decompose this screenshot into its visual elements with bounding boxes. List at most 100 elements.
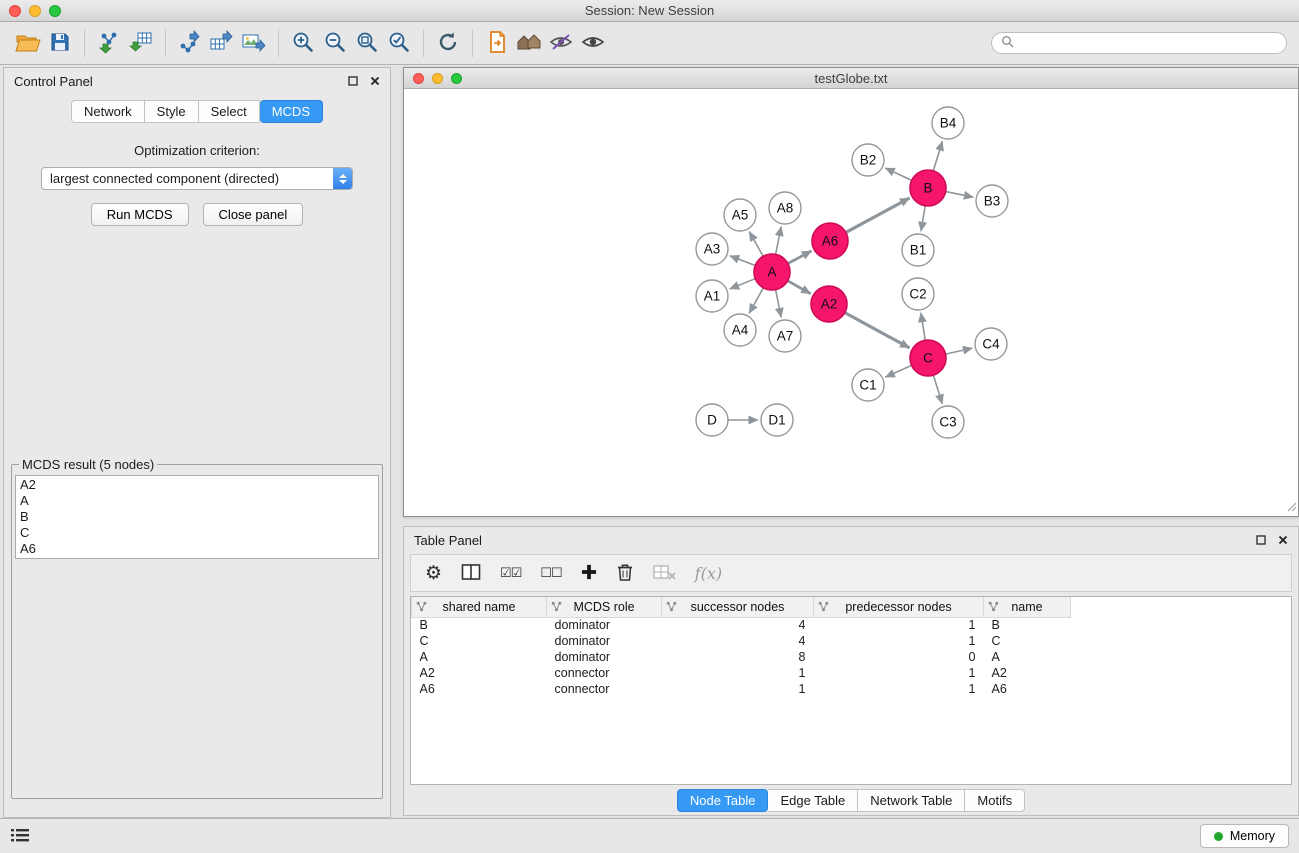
resize-grip-icon[interactable] — [1285, 500, 1297, 515]
network-edge-A-A8[interactable] — [776, 227, 782, 255]
network-edge-A2-C[interactable] — [845, 313, 910, 348]
table-cell[interactable]: 1 — [814, 617, 984, 633]
mcds-result-item[interactable]: C — [20, 525, 374, 541]
column-header-successor-nodes[interactable]: successor nodes — [662, 597, 814, 617]
network-edge-C-C3[interactable] — [933, 375, 942, 404]
table-cell[interactable]: 4 — [662, 633, 814, 649]
table-cell[interactable]: dominator — [547, 633, 662, 649]
network-canvas[interactable]: B4B2BB3A5A8A6B1A3AC2A1A2A4A7C4CC1C3DD1 — [404, 89, 1298, 516]
network-edge-A-A3[interactable] — [730, 256, 755, 266]
show-panels-menu-button[interactable] — [10, 827, 30, 846]
network-edge-C-C4[interactable] — [946, 348, 973, 354]
float-table-panel-button[interactable] — [1256, 535, 1266, 545]
table-row[interactable]: Cdominator41C — [412, 633, 1292, 649]
table-cell[interactable]: 1 — [814, 665, 984, 681]
network-node-A2[interactable]: A2 — [811, 286, 847, 322]
minimize-network-button[interactable] — [432, 73, 443, 84]
table-cell[interactable]: A2 — [412, 665, 547, 681]
column-header-MCDS-role[interactable]: MCDS role — [547, 597, 662, 617]
zoom-network-button[interactable] — [451, 73, 462, 84]
table-cell[interactable]: A — [984, 649, 1071, 665]
network-edge-A-A2[interactable] — [788, 281, 811, 294]
table-cell[interactable]: 1 — [662, 681, 814, 697]
network-node-A[interactable]: A — [754, 254, 790, 290]
table-cell[interactable]: A6 — [412, 681, 547, 697]
zoom-selected-button[interactable] — [383, 27, 415, 59]
network-node-C1[interactable]: C1 — [852, 369, 884, 401]
network-node-D1[interactable]: D1 — [761, 404, 793, 436]
table-cell[interactable]: 1 — [814, 681, 984, 697]
select-all-columns-button[interactable]: ☑☑ — [500, 565, 521, 581]
table-cell[interactable]: 4 — [662, 617, 814, 633]
add-column-button[interactable] — [581, 564, 597, 583]
export-network-button[interactable] — [174, 27, 206, 59]
search-input[interactable] — [1019, 36, 1277, 50]
tab-mcds[interactable]: MCDS — [260, 100, 323, 123]
memory-button[interactable]: Memory — [1200, 824, 1289, 848]
network-node-D[interactable]: D — [696, 404, 728, 436]
import-table-button[interactable] — [125, 27, 157, 59]
tab-node-table[interactable]: Node Table — [677, 789, 769, 812]
network-edge-B-B4[interactable] — [933, 141, 942, 171]
tab-edge-table[interactable]: Edge Table — [768, 789, 858, 812]
refresh-layout-button[interactable] — [432, 27, 464, 59]
close-network-button[interactable] — [413, 73, 424, 84]
network-edge-A-A7[interactable] — [776, 290, 782, 318]
network-edge-A-A6[interactable] — [788, 251, 812, 264]
criterion-dropdown[interactable]: largest connected component (directed) — [41, 167, 353, 190]
mcds-result-list[interactable]: A2ABCA6 — [15, 475, 379, 559]
run-mcds-button[interactable]: Run MCDS — [91, 203, 189, 226]
table-row[interactable]: Bdominator41B — [412, 617, 1292, 633]
network-node-C3[interactable]: C3 — [932, 406, 964, 438]
table-cell[interactable]: B — [984, 617, 1071, 633]
table-cell[interactable]: C — [984, 633, 1071, 649]
table-cell[interactable]: A6 — [984, 681, 1071, 697]
network-graph[interactable]: B4B2BB3A5A8A6B1A3AC2A1A2A4A7C4CC1C3DD1 — [404, 89, 1298, 513]
float-panel-button[interactable] — [348, 76, 358, 86]
network-node-A5[interactable]: A5 — [724, 199, 756, 231]
mcds-result-item[interactable]: A2 — [20, 477, 374, 493]
show-columns-button[interactable] — [461, 563, 481, 584]
network-edge-B-B3[interactable] — [946, 192, 974, 198]
network-node-B1[interactable]: B1 — [902, 234, 934, 266]
tab-network[interactable]: Network — [71, 100, 145, 123]
close-panel-icon-button[interactable] — [370, 76, 380, 86]
network-edge-A6-B[interactable] — [846, 198, 910, 232]
table-cell[interactable]: 0 — [814, 649, 984, 665]
table-row[interactable]: Adominator80A — [412, 649, 1292, 665]
function-builder-button[interactable]: f(x) — [695, 564, 722, 583]
table-cell[interactable]: connector — [547, 665, 662, 681]
deselect-all-columns-button[interactable]: ☐☐ — [540, 565, 561, 581]
column-header-name[interactable]: name — [984, 597, 1071, 617]
network-node-A3[interactable]: A3 — [696, 233, 728, 265]
network-edge-B-B1[interactable] — [921, 206, 925, 231]
network-node-A7[interactable]: A7 — [769, 320, 801, 352]
table-cell[interactable]: A2 — [984, 665, 1071, 681]
table-cell[interactable]: 1 — [814, 633, 984, 649]
table-row[interactable]: A6connector11A6 — [412, 681, 1292, 697]
open-session-button[interactable] — [12, 27, 44, 59]
delete-table-button[interactable] — [653, 564, 676, 583]
save-session-button[interactable] — [44, 27, 76, 59]
toggle-graphics-details-button[interactable] — [545, 27, 577, 59]
close-table-panel-button[interactable] — [1278, 535, 1288, 545]
network-node-B3[interactable]: B3 — [976, 185, 1008, 217]
table-cell[interactable]: connector — [547, 681, 662, 697]
tab-style[interactable]: Style — [145, 100, 199, 123]
minimize-window-button[interactable] — [29, 5, 41, 17]
show-hide-button[interactable] — [577, 27, 609, 59]
table-cell[interactable]: dominator — [547, 617, 662, 633]
tab-network-table[interactable]: Network Table — [858, 789, 965, 812]
network-edge-C-C1[interactable] — [885, 365, 911, 377]
close-panel-button[interactable]: Close panel — [203, 203, 304, 226]
export-table-button[interactable] — [206, 27, 238, 59]
network-node-B[interactable]: B — [910, 170, 946, 206]
table-cell[interactable]: 1 — [662, 665, 814, 681]
open-session-file-button[interactable] — [481, 27, 513, 59]
import-network-button[interactable] — [93, 27, 125, 59]
network-node-A6[interactable]: A6 — [812, 223, 848, 259]
network-node-C2[interactable]: C2 — [902, 278, 934, 310]
zoom-window-button[interactable] — [49, 5, 61, 17]
table-cell[interactable]: 8 — [662, 649, 814, 665]
network-node-A8[interactable]: A8 — [769, 192, 801, 224]
